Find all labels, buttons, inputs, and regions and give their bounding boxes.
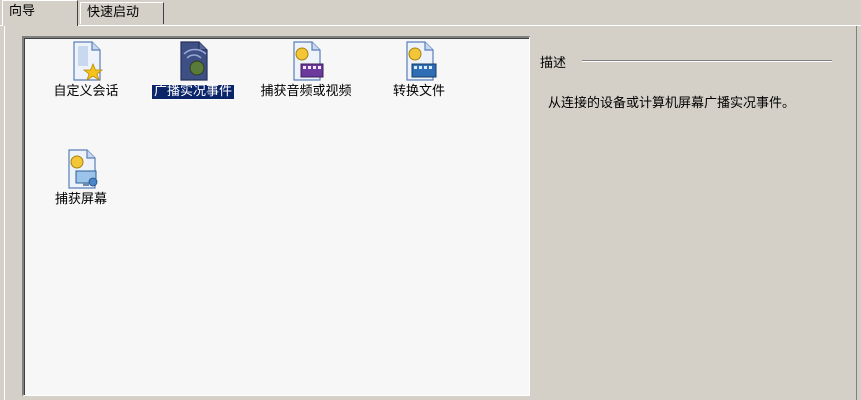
capture-screen-icon <box>68 149 98 189</box>
description-heading: 描述 <box>540 56 567 71</box>
broadcast-event-icon <box>180 41 208 81</box>
wizard-item-label: 广播实况事件 <box>150 84 236 100</box>
wizard-list[interactable]: 自定义会话 广播实况事件 捕获音频或视频 转换文件 捕获屏幕 <box>22 36 530 396</box>
description-divider <box>582 60 832 62</box>
tab-wizard[interactable]: 向导 <box>2 0 78 26</box>
wizard-item-convert-file[interactable]: 转换文件 <box>362 40 476 99</box>
wizard-item-capture-audio-video[interactable]: 捕获音频或视频 <box>249 40 363 99</box>
capture-audio-video-icon <box>293 41 324 81</box>
wizard-item-custom-session[interactable]: 自定义会话 <box>29 40 143 99</box>
document-star-icon <box>73 41 104 81</box>
convert-file-icon <box>406 41 437 81</box>
wizard-item-label: 捕获音频或视频 <box>260 84 352 99</box>
tab-quick-start[interactable]: 快速启动 <box>80 2 164 24</box>
wizard-item-label: 自定义会话 <box>53 84 119 99</box>
wizard-item-label: 转换文件 <box>392 84 445 99</box>
wizard-item-broadcast-live-event[interactable]: 广播实况事件 <box>136 40 250 100</box>
wizard-item-capture-screen[interactable]: 捕获屏幕 <box>24 148 138 207</box>
wizard-item-label: 捕获屏幕 <box>54 192 107 207</box>
description-text: 从连接的设备或计算机屏幕广播实况事件。 <box>548 96 796 111</box>
tab-strip: 向导 快速启动 <box>0 0 861 26</box>
